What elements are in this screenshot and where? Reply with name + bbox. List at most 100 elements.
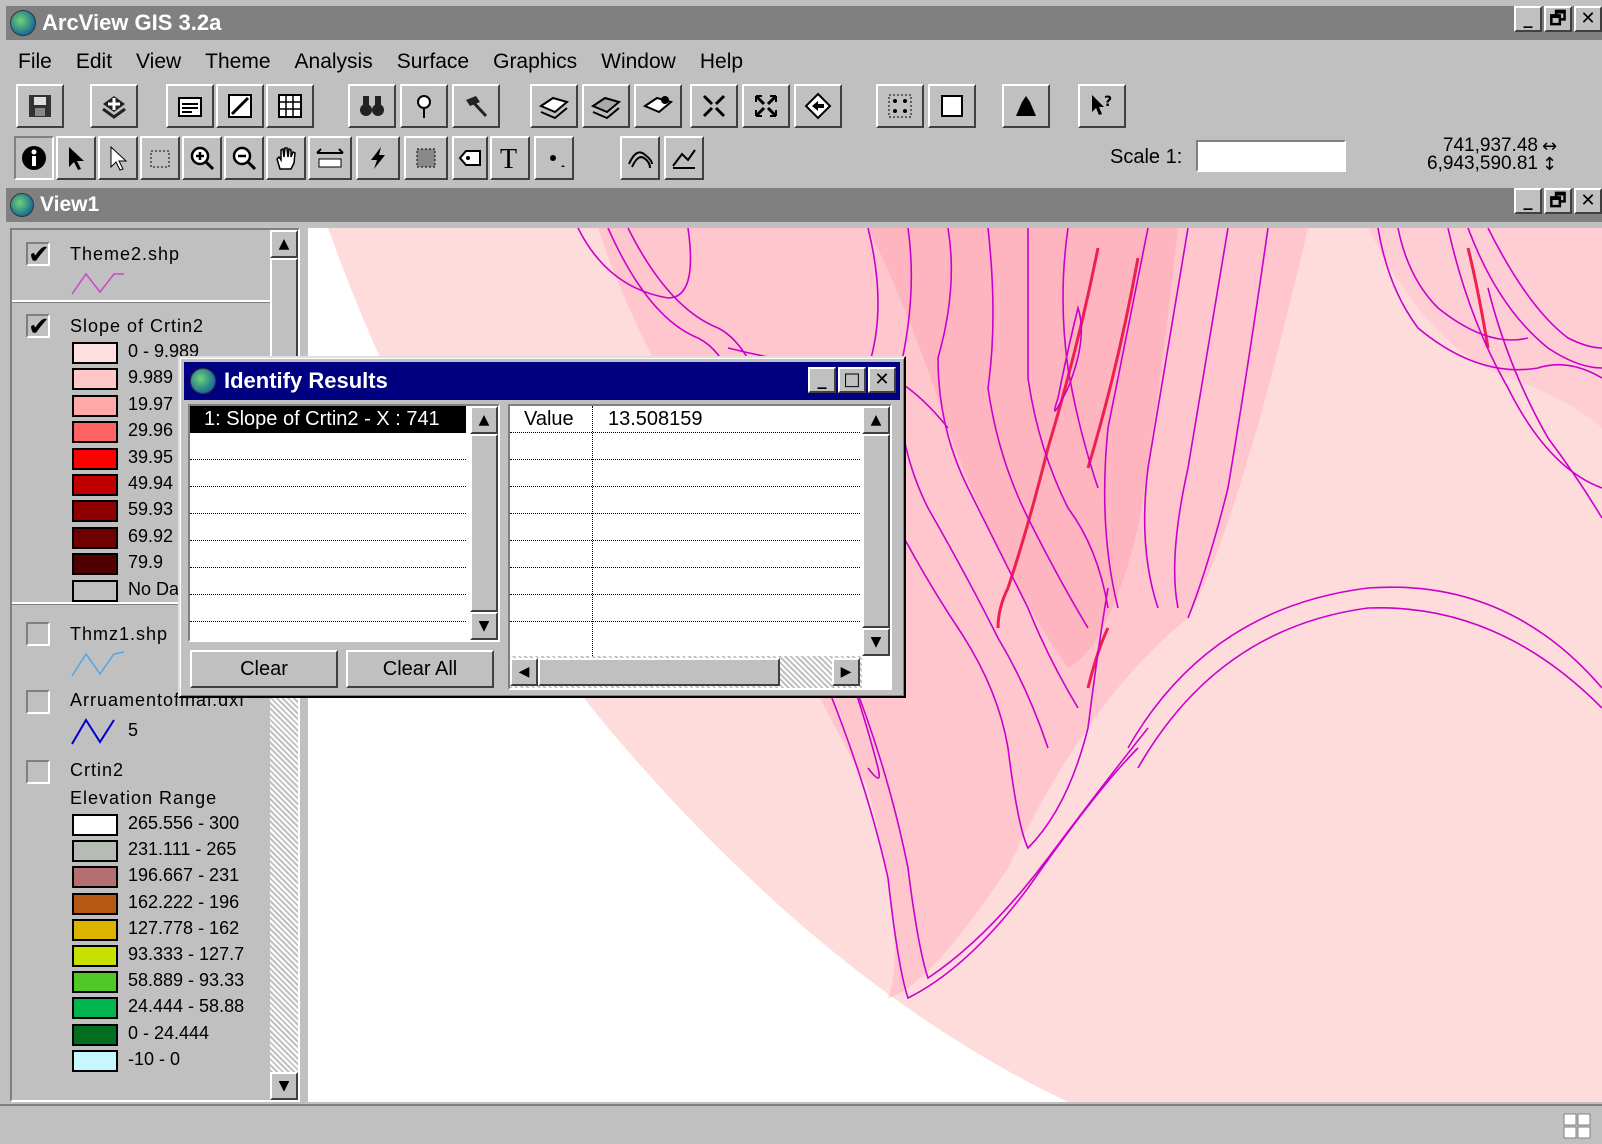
- help-button[interactable]: ?: [1078, 84, 1126, 128]
- table-row: [510, 433, 860, 460]
- zoom-in-tool[interactable]: [182, 136, 222, 180]
- minimize-icon[interactable]: _: [1514, 6, 1542, 32]
- menu-surface[interactable]: Surface: [385, 50, 481, 74]
- table-row: [510, 460, 860, 487]
- profile-tool[interactable]: [664, 136, 704, 180]
- thmz1-name: Thmz1.shp: [70, 624, 169, 644]
- text-tool[interactable]: T: [490, 136, 530, 180]
- toc-scroll-down-icon[interactable]: ▼: [270, 1072, 298, 1100]
- list-item[interactable]: [190, 460, 466, 487]
- zoom-to-full-extent-button[interactable]: [530, 84, 578, 128]
- list-item[interactable]: [190, 568, 466, 595]
- toc-scroll-up-icon[interactable]: ▲: [270, 230, 298, 258]
- locate-address-button[interactable]: [400, 84, 448, 128]
- dialog-maximize-icon[interactable]: □: [838, 367, 866, 393]
- view-restore-icon[interactable]: 🗗: [1544, 188, 1572, 214]
- label-tool[interactable]: [452, 136, 488, 180]
- list-item[interactable]: [190, 487, 466, 514]
- clear-selection-button[interactable]: [928, 84, 976, 128]
- list-item[interactable]: [190, 433, 466, 460]
- theme-entry-crtin2[interactable]: Crtin2 Elevation Range 265.556 - 300 231.…: [12, 758, 270, 1100]
- zoom-in-icon: [190, 146, 215, 171]
- identify-results-list[interactable]: 1: Slope of Crtin2 - X : 741 ▲ ▼: [188, 404, 500, 642]
- theme-properties-button[interactable]: [166, 84, 214, 128]
- list-item[interactable]: [190, 541, 466, 568]
- theme-entry-theme2[interactable]: ✔ Theme2.shp: [12, 230, 270, 302]
- menu-view[interactable]: View: [124, 50, 193, 74]
- thmz1-visibility-checkbox[interactable]: [26, 622, 50, 646]
- view-minimize-icon[interactable]: _: [1514, 188, 1542, 214]
- attributes-scroll-thumb[interactable]: [862, 434, 890, 628]
- menu-graphics[interactable]: Graphics: [481, 50, 589, 74]
- pan-tool[interactable]: [266, 136, 306, 180]
- theme2-visibility-checkbox[interactable]: ✔: [26, 242, 50, 268]
- zoom-to-selected-button[interactable]: [634, 84, 682, 128]
- list-item[interactable]: [190, 514, 466, 541]
- dialog-close-icon[interactable]: ✕: [868, 367, 896, 393]
- close-icon[interactable]: ✕: [1574, 6, 1602, 32]
- attributes-scroll-up-icon[interactable]: ▲: [862, 406, 890, 434]
- hotlink-tool[interactable]: [356, 136, 400, 180]
- identify-tool[interactable]: [14, 136, 54, 180]
- zoom-previous-button[interactable]: [794, 84, 842, 128]
- attributes-horizontal-thumb[interactable]: [538, 658, 780, 686]
- zoom-out-tool[interactable]: [224, 136, 264, 180]
- results-scroll-thumb[interactable]: [470, 434, 498, 612]
- draw-point-tool[interactable]: [534, 136, 574, 180]
- svg-text:?: ?: [1104, 94, 1112, 110]
- edit-legend-button[interactable]: [216, 84, 264, 128]
- slope-class-swatch: [72, 579, 118, 602]
- hand-icon: [276, 147, 296, 170]
- menu-file[interactable]: File: [6, 50, 64, 74]
- arcview-app-icon: [10, 10, 36, 36]
- elevation-class-label: -10 - 0: [128, 1048, 181, 1069]
- results-scroll-up-icon[interactable]: ▲: [470, 406, 498, 434]
- find-button[interactable]: [348, 84, 396, 128]
- restore-icon[interactable]: 🗗: [1544, 6, 1572, 32]
- attribute-name: Value: [524, 408, 574, 430]
- zoom-out-fixed-button[interactable]: [742, 84, 790, 128]
- select-by-theme-button[interactable]: [876, 84, 924, 128]
- menu-help[interactable]: Help: [688, 50, 755, 74]
- select-feature-tool[interactable]: [140, 136, 180, 180]
- identify-dialog-title-bar[interactable]: Identify Results _ □ ✕: [184, 362, 900, 400]
- attributes-scroll-left-icon[interactable]: ◀: [510, 658, 538, 686]
- identify-result-row[interactable]: 1: Slope of Crtin2 - X : 741: [190, 406, 466, 433]
- list-item[interactable]: [190, 595, 466, 622]
- crtin2-visibility-checkbox[interactable]: [26, 760, 50, 784]
- clear-button[interactable]: Clear: [190, 650, 338, 688]
- contour-tool[interactable]: [620, 136, 660, 180]
- slope-class-label: 9.989: [128, 367, 174, 388]
- window-grid-icon: [1563, 1113, 1591, 1139]
- area-of-interest-tool[interactable]: [404, 136, 448, 180]
- create-chart-button[interactable]: [1002, 84, 1050, 128]
- add-theme-button[interactable]: [90, 84, 138, 128]
- menu-edit[interactable]: Edit: [64, 50, 124, 74]
- menu-window[interactable]: Window: [589, 50, 688, 74]
- zoom-to-active-themes-button[interactable]: [582, 84, 630, 128]
- menu-theme[interactable]: Theme: [193, 50, 282, 74]
- query-builder-button[interactable]: [452, 84, 500, 128]
- save-project-button[interactable]: [16, 84, 64, 128]
- scale-input[interactable]: [1196, 140, 1346, 172]
- slope-visibility-checkbox[interactable]: ✔: [26, 314, 50, 340]
- coordinate-y: 6,943,590.81: [1427, 153, 1538, 174]
- elevation-class-swatch: [72, 971, 118, 994]
- pointer-tool[interactable]: [56, 136, 96, 180]
- attributes-scroll-down-icon[interactable]: ▼: [862, 628, 890, 656]
- clear-all-button[interactable]: Clear All: [346, 650, 494, 688]
- elevation-class-swatch: [72, 814, 118, 836]
- view-close-icon[interactable]: ✕: [1574, 188, 1602, 214]
- attributes-scroll-right-icon[interactable]: ▶: [832, 658, 860, 686]
- vertex-edit-tool[interactable]: [98, 136, 138, 180]
- view-window-icon: [10, 193, 34, 217]
- open-table-button[interactable]: [266, 84, 314, 128]
- zoom-in-fixed-button[interactable]: [690, 84, 738, 128]
- arruamento-visibility-checkbox[interactable]: [26, 690, 50, 714]
- layers-active-icon: [591, 96, 621, 120]
- measure-tool[interactable]: [308, 136, 352, 180]
- menu-analysis[interactable]: Analysis: [283, 50, 385, 74]
- dialog-minimize-icon[interactable]: _: [808, 367, 836, 393]
- coordinate-readout: 741,937.48 6,943,590.81: [1392, 136, 1538, 174]
- results-scroll-down-icon[interactable]: ▼: [470, 612, 498, 640]
